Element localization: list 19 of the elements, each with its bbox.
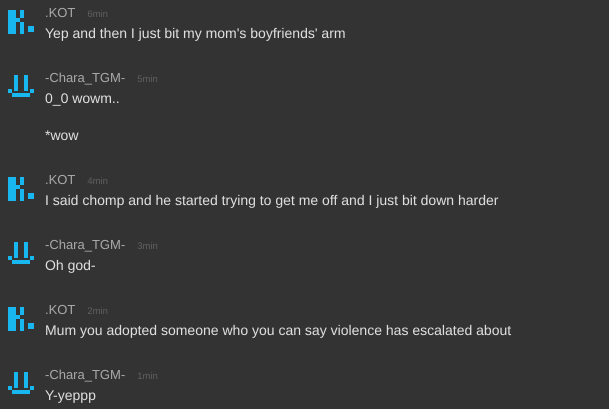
message-text: Oh god- bbox=[45, 256, 97, 275]
letter-avatar-icon bbox=[8, 10, 34, 34]
letter-avatar-icon bbox=[8, 307, 34, 331]
smiley-avatar-icon bbox=[8, 242, 34, 266]
username: -Chara_TGM- bbox=[45, 366, 126, 384]
message-text: Yep and then I just bit my mom's boyfriends' arm bbox=[45, 24, 346, 43]
message-text: *wow bbox=[45, 126, 80, 145]
message-text: I said chomp and he started trying to get me off and I just bit down harder bbox=[45, 191, 498, 210]
message-text: 0_0 wowm.. bbox=[45, 89, 121, 108]
username: .KOT bbox=[45, 4, 76, 22]
username: .KOT bbox=[45, 301, 76, 319]
smiley-avatar-icon bbox=[8, 372, 34, 396]
username: -Chara_TGM- bbox=[45, 236, 126, 254]
smiley-avatar-icon bbox=[8, 75, 34, 99]
message-text: Mum you adopted someone who you can say violence has escalated about bbox=[45, 321, 512, 340]
letter-avatar-icon bbox=[8, 177, 34, 201]
username: -Chara_TGM- bbox=[45, 69, 126, 87]
message-text: Y-yeppp bbox=[45, 386, 97, 405]
username: .KOT bbox=[45, 171, 76, 189]
